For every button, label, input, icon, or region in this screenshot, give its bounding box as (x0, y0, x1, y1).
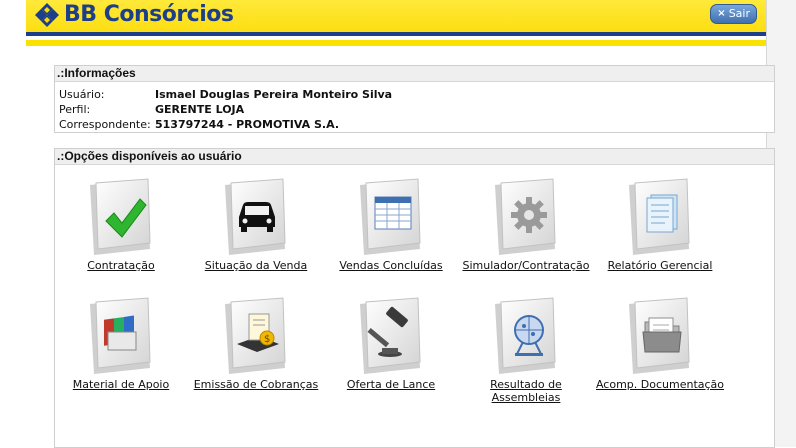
info-row-correspondent: Correspondente: 513797244 - PROMOTIVA S.… (59, 117, 774, 132)
bb-logo-icon (35, 3, 59, 27)
lottery-cage-icon (493, 296, 559, 374)
logout-button[interactable]: × Sair (710, 4, 757, 24)
header-bar: BB Consórcios × Sair (26, 0, 766, 46)
tile-emissao-cobrancas[interactable]: $ Emissão de Cobranças (186, 296, 326, 391)
svg-text:$: $ (264, 334, 270, 345)
info-value: GERENTE LOJA (155, 103, 245, 116)
info-label: Usuário: (59, 88, 105, 101)
tile-oferta-lance[interactable]: Oferta de Lance (321, 296, 461, 391)
options-panel-title: .:Opções disponíveis ao usuário (55, 149, 774, 165)
books-icon (88, 296, 154, 374)
tile-relatorio-gerencial[interactable]: Relatório Gerencial (590, 177, 730, 272)
tile-vendas-concluidas[interactable]: Vendas Concluídas (321, 177, 461, 272)
info-panel-title: .:Informações (55, 66, 774, 82)
info-panel: .:Informações Usuário: Ismael Douglas Pe… (54, 65, 775, 133)
logo-text: BB Consórcios (64, 2, 234, 27)
tile-label: Vendas Concluídas (339, 259, 443, 272)
gavel-icon (358, 296, 424, 374)
logout-label: Sair (728, 7, 750, 20)
options-panel: .:Opções disponíveis ao usuário Contrata… (54, 148, 775, 448)
info-row-profile: Perfil: GERENTE LOJA (59, 102, 774, 117)
tile-label: Material de Apoio (72, 378, 170, 391)
tile-label: Oferta de Lance (346, 378, 436, 391)
bb-logo: BB Consórcios (34, 2, 234, 27)
tile-situacao-venda[interactable]: Situação da Venda (186, 177, 326, 272)
tile-label: Contratação (87, 259, 155, 272)
info-value: Ismael Douglas Pereira Monteiro Silva (155, 88, 393, 101)
header-stripe-yellow (26, 40, 766, 46)
checkmark-icon (88, 177, 154, 255)
invoice-icon: $ (223, 296, 289, 374)
gear-icon (493, 177, 559, 255)
tile-label: Acomp. Documentação (595, 378, 725, 391)
report-icon (627, 177, 693, 255)
spreadsheet-icon (358, 177, 424, 255)
tile-resultado-assembleias[interactable]: Resultado de Assembleias (456, 296, 596, 404)
tile-label: Simulador/Contratação (462, 259, 590, 272)
tile-label: Relatório Gerencial (607, 259, 713, 272)
tile-material-apoio[interactable]: Material de Apoio (51, 296, 191, 391)
tile-simulador-contratacao[interactable]: Simulador/Contratação (456, 177, 596, 272)
tile-label: Emissão de Cobranças (193, 378, 319, 391)
tile-contratacao[interactable]: Contratação (51, 177, 191, 272)
close-icon: × (717, 8, 726, 19)
tile-acomp-documentacao[interactable]: Acomp. Documentação (590, 296, 730, 391)
left-margin (0, 0, 26, 447)
info-row-user: Usuário: Ismael Douglas Pereira Monteiro… (59, 87, 774, 102)
tile-label: Situação da Venda (204, 259, 308, 272)
info-label: Correspondente: (59, 118, 151, 131)
tile-label: Resultado de Assembleias (490, 378, 562, 404)
info-label: Perfil: (59, 103, 91, 116)
car-icon (223, 177, 289, 255)
folder-icon (627, 296, 693, 374)
info-value: 513797244 - PROMOTIVA S.A. (155, 118, 339, 131)
